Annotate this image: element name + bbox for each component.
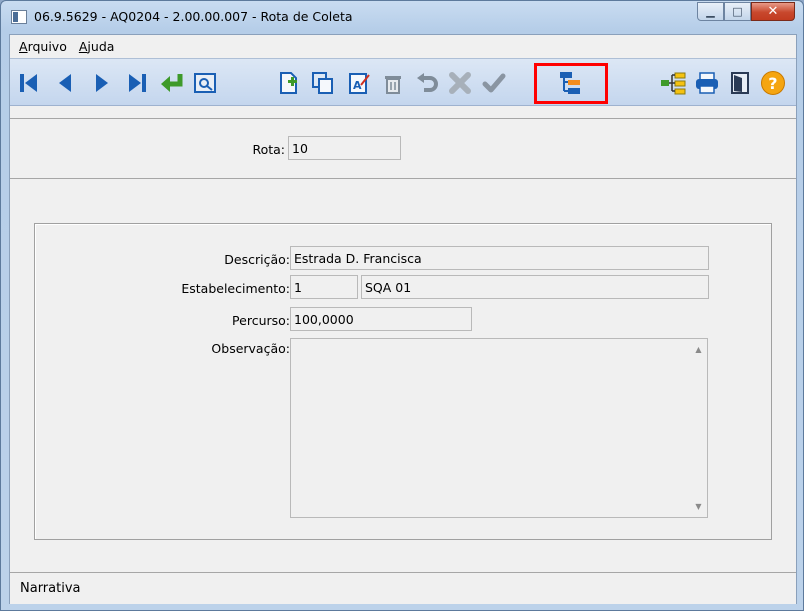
cancel-icon[interactable] (446, 69, 474, 97)
last-record-icon[interactable] (123, 69, 151, 97)
estabelecimento-label: Estabelecimento: (181, 281, 290, 296)
save-icon[interactable] (480, 69, 508, 97)
estabelecimento-code-field[interactable]: 1 (290, 275, 358, 299)
application-window: 06.9.5629 - AQ0204 - 2.00.00.007 - Rota … (0, 0, 804, 611)
details-panel: Descrição: Estrada D. Francisca Estabele… (34, 223, 772, 540)
menu-arquivo-accelerator: A (19, 39, 28, 54)
toolbar: A ? (10, 58, 796, 106)
route-panel: Rota: 10 (10, 118, 796, 179)
percurso-label: Percurso: (232, 313, 290, 328)
new-record-icon[interactable] (275, 69, 303, 97)
minimize-button[interactable]: ▁ (697, 2, 724, 21)
edit-record-icon[interactable]: A (345, 69, 373, 97)
search-icon[interactable] (191, 69, 219, 97)
maximize-button[interactable]: □ (724, 2, 751, 21)
exit-icon[interactable] (726, 69, 754, 97)
window-controls: ▁ □ ✕ (697, 2, 795, 21)
menu-arquivo[interactable]: Arquivo (19, 39, 67, 54)
descricao-field[interactable]: Estrada D. Francisca (290, 246, 709, 270)
hierarchy-icon[interactable] (659, 69, 687, 97)
previous-record-icon[interactable] (51, 69, 79, 97)
close-button[interactable]: ✕ (751, 2, 795, 21)
observacao-text (291, 339, 707, 347)
help-icon[interactable]: ? (759, 69, 787, 97)
scroll-down-icon[interactable]: ▼ (693, 502, 704, 511)
undo-icon[interactable] (413, 69, 441, 97)
first-record-icon[interactable] (15, 69, 43, 97)
observacao-label: Observação: (211, 341, 290, 356)
menu-ajuda[interactable]: Ajuda (79, 39, 115, 54)
descricao-label: Descrição: (224, 252, 290, 267)
rota-label: Rota: (252, 142, 285, 157)
status-text: Narrativa (20, 581, 81, 596)
title-bar[interactable]: 06.9.5629 - AQ0204 - 2.00.00.007 - Rota … (1, 1, 803, 33)
menu-bar: Arquivo Ajuda (10, 35, 796, 58)
copy-record-icon[interactable] (309, 69, 337, 97)
menu-ajuda-label: juda (87, 39, 115, 54)
client-area: Arquivo Ajuda A ? Rota: 10 Descrição: Es… (9, 34, 797, 604)
svg-text:A: A (353, 79, 362, 92)
delete-record-icon[interactable] (379, 69, 407, 97)
next-record-icon[interactable] (88, 69, 116, 97)
status-bar: Narrativa (10, 572, 796, 604)
tree-structure-icon[interactable] (557, 69, 585, 97)
percurso-field[interactable]: 100,0000 (290, 307, 472, 331)
observacao-scrollbar[interactable]: ▲ ▼ (690, 339, 707, 517)
print-icon[interactable] (693, 69, 721, 97)
observacao-textarea[interactable]: ▲ ▼ (290, 338, 708, 518)
goto-record-icon[interactable] (158, 69, 186, 97)
estabelecimento-name-field: SQA 01 (361, 275, 709, 299)
menu-arquivo-label: rquivo (27, 39, 67, 54)
app-icon[interactable] (11, 10, 27, 24)
svg-text:?: ? (768, 74, 777, 93)
rota-field[interactable]: 10 (288, 136, 401, 160)
scroll-up-icon[interactable]: ▲ (693, 345, 704, 354)
window-title: 06.9.5629 - AQ0204 - 2.00.00.007 - Rota … (34, 9, 353, 24)
